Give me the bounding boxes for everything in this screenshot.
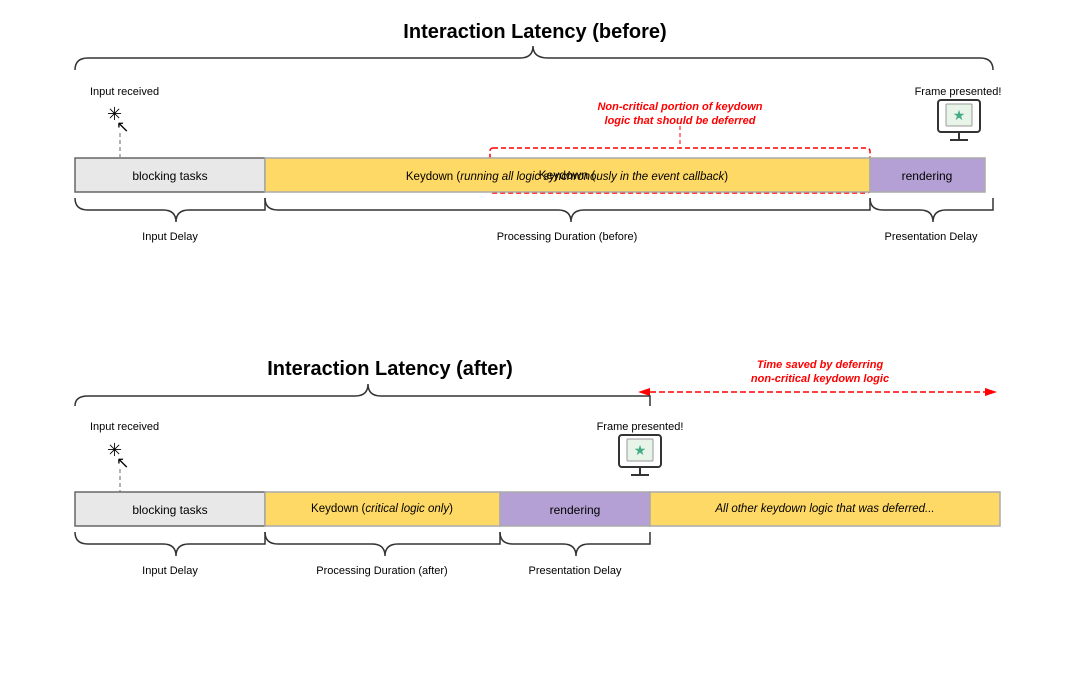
bottom-monitor-screen (619, 435, 661, 467)
top-rendering-bar (870, 158, 985, 192)
bottom-deferred-bar (650, 492, 1000, 526)
top-keydown-label-1: Keydown ( (539, 168, 596, 182)
bottom-time-saved-line2: non-critical keydown logic (751, 373, 889, 385)
bottom-presentation-label: Presentation Delay (529, 565, 622, 577)
bottom-presentation-brace (500, 532, 650, 556)
top-cursor-burst: ✳ (107, 104, 122, 124)
top-presentation-brace (870, 198, 993, 222)
top-blocking-bar (75, 158, 265, 192)
top-monitor-inner (946, 104, 972, 126)
bottom-arrow-left (638, 388, 650, 396)
bottom-input-delay-label: Input Delay (142, 565, 198, 577)
bottom-arrow-right (985, 388, 997, 396)
top-processing-brace (265, 198, 870, 222)
bottom-keydown-bar-text: Keydown (critical logic only) (311, 503, 453, 515)
top-keydown-bar (265, 158, 870, 192)
top-star: ★ (953, 107, 966, 123)
top-frame-label: Frame presented! (915, 86, 1002, 98)
bottom-blocking-bar (75, 492, 265, 526)
top-cursor-arrow: ↖ (116, 119, 129, 136)
diagram-svg: Interaction Latency (before) Input recei… (0, 0, 1071, 690)
bottom-deferred-label: All other keydown logic that was deferre… (714, 503, 934, 515)
bottom-processing-label: Processing Duration (after) (316, 565, 447, 577)
top-input-delay-brace (75, 198, 265, 222)
bottom-cursor-burst: ✳ (107, 440, 122, 460)
top-brace-path (75, 46, 993, 70)
bottom-frame-label: Frame presented! (597, 421, 684, 433)
bottom-processing-brace (265, 532, 500, 556)
bottom-time-saved-line1: Time saved by deferring (757, 359, 884, 371)
bottom-keydown-bar (265, 492, 500, 526)
bottom-cursor-arrow: ↖ (116, 455, 129, 472)
bottom-input-delay-brace (75, 532, 265, 556)
top-annotation-line1: Non-critical portion of keydown (597, 101, 762, 113)
top-presentation-label: Presentation Delay (885, 231, 978, 243)
bottom-rendering-bar (500, 492, 650, 526)
bottom-monitor-inner (627, 439, 653, 461)
bottom-star: ★ (634, 442, 647, 458)
top-monitor-screen (938, 100, 980, 132)
top-title: Interaction Latency (before) (403, 21, 666, 43)
bottom-rendering-label: rendering (550, 503, 601, 517)
top-rendering-label: rendering (902, 169, 953, 183)
top-red-annotation-box (490, 148, 870, 193)
top-annotation-line2: logic that should be deferred (605, 115, 756, 127)
top-keydown-full-text: Keydown (running all logic synchronously… (406, 171, 728, 183)
top-input-label: Input received (90, 86, 159, 98)
main-container: Interaction Latency (before) Input recei… (0, 0, 1071, 690)
top-input-delay-label: Input Delay (142, 231, 198, 243)
top-blocking-label: blocking tasks (132, 169, 207, 183)
top-processing-label: Processing Duration (before) (497, 231, 638, 243)
bottom-title: Interaction Latency (after) (267, 358, 513, 380)
bottom-blocking-label: blocking tasks (132, 503, 207, 517)
bottom-top-brace (75, 384, 650, 406)
bottom-input-label: Input received (90, 421, 159, 433)
